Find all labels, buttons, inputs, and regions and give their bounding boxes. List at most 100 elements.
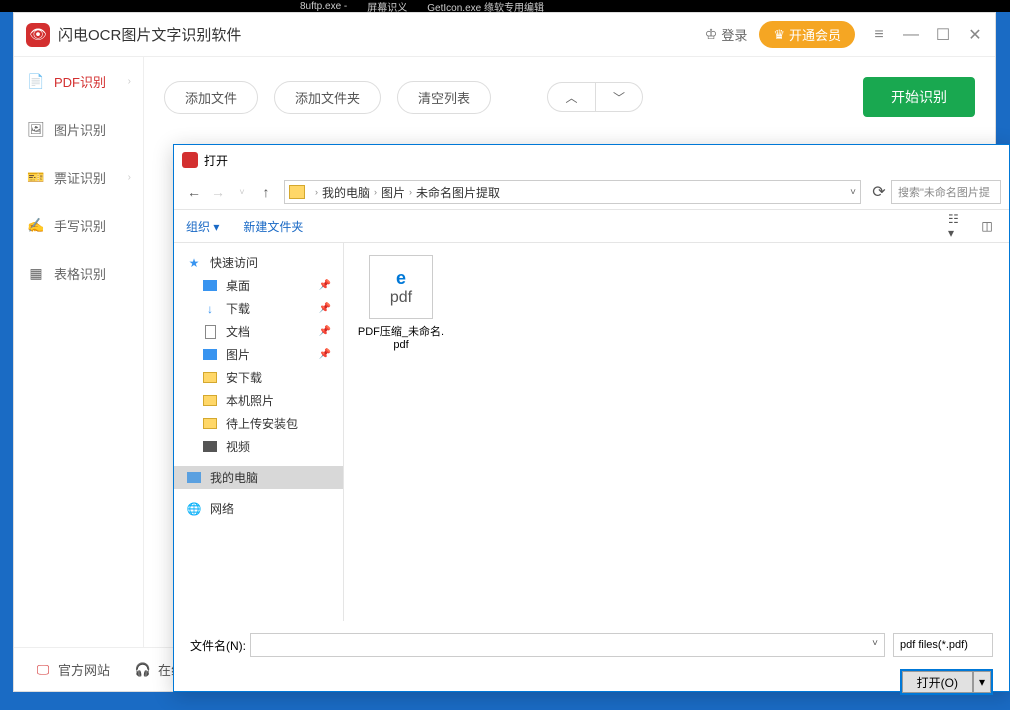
- recent-dropdown[interactable]: ˅: [230, 180, 254, 204]
- filename-dropdown-icon[interactable]: ˅: [872, 638, 878, 649]
- login-label: 登录: [721, 25, 747, 44]
- dialog-body: ★ 快速访问 桌面📌 ↓下载📌 文档 📌 图片📌 安下载 本机照片 待上传安装包 视…: [174, 243, 1009, 621]
- new-folder-button[interactable]: 新建文件夹: [243, 218, 303, 235]
- monitor-icon: 🖵: [34, 661, 52, 679]
- search-input[interactable]: 搜索"未命名图片提: [891, 180, 1001, 204]
- quick-access-item[interactable]: ★ 快速访问: [174, 251, 343, 274]
- breadcrumb-item[interactable]: 我的电脑: [322, 184, 370, 201]
- ticket-icon: 🎫: [26, 167, 46, 187]
- window-controls: ≡ — ☐ ✕: [871, 27, 983, 43]
- breadcrumb-item[interactable]: 图片: [381, 184, 405, 201]
- back-button[interactable]: ←: [182, 180, 206, 204]
- side-label: 快速访问: [210, 254, 258, 271]
- forward-button[interactable]: →: [206, 180, 230, 204]
- maximize-icon[interactable]: ☐: [935, 27, 951, 43]
- pdf-icon: 📄: [26, 71, 46, 91]
- pictures-item[interactable]: 图片📌: [174, 343, 343, 366]
- add-folder-button[interactable]: 添加文件夹: [274, 81, 381, 114]
- official-site-link[interactable]: 🖵 官方网站: [34, 660, 110, 679]
- folder-item[interactable]: 待上传安装包: [174, 412, 343, 435]
- image-icon: 🖼: [26, 119, 46, 139]
- folder-icon: [202, 393, 218, 409]
- up-button[interactable]: ↑: [254, 180, 278, 204]
- open-button-group: 打开(O) ▾: [900, 669, 993, 695]
- file-open-dialog: 打开 ← → ˅ ↑ › 我的电脑 › 图片 › 未命名图片提取 ˅ ⟳ 搜索"…: [173, 144, 1010, 692]
- dialog-sidebar: ★ 快速访问 桌面📌 ↓下载📌 文档 📌 图片📌 安下载 本机照片 待上传安装包 视…: [174, 243, 344, 621]
- toolbar: 添加文件 添加文件夹 清空列表 ︿ ﹀ 开始识别: [164, 77, 975, 117]
- this-pc-item[interactable]: 我的电脑: [174, 466, 343, 489]
- folder-icon: [202, 370, 218, 386]
- vip-button[interactable]: 开通会员: [759, 21, 855, 48]
- vip-label: 开通会员: [789, 25, 841, 44]
- file-item[interactable]: e pdf PDF压缩_未命名.pdf: [356, 255, 446, 351]
- filename-input[interactable]: ˅: [250, 633, 885, 657]
- close-icon[interactable]: ✕: [967, 27, 983, 43]
- sidebar-item-label: 票证识别: [54, 168, 106, 187]
- sidebar-item-ticket[interactable]: 🎫 票证识别 ›: [14, 153, 143, 201]
- picture-icon: [202, 347, 218, 363]
- organize-menu[interactable]: 组织 ▾: [186, 218, 219, 235]
- documents-item[interactable]: 文档 📌: [174, 320, 343, 343]
- sidebar-item-label: 手写识别: [54, 216, 106, 235]
- side-label: 视频: [226, 438, 250, 455]
- side-label: 我的电脑: [210, 469, 258, 486]
- sidebar-item-table[interactable]: ▦ 表格识别: [14, 249, 143, 297]
- folder-icon: [202, 416, 218, 432]
- file-ext: pdf: [390, 289, 412, 307]
- desktop-item[interactable]: 桌面📌: [174, 274, 343, 297]
- minimize-icon[interactable]: —: [903, 27, 919, 43]
- move-up-button[interactable]: ︿: [547, 82, 595, 112]
- side-label: 下载: [226, 300, 250, 317]
- refresh-button[interactable]: ⟳: [867, 180, 891, 204]
- dialog-footer: 文件名(N): ˅ pdf files(*.pdf) 打开(O) ▾: [174, 621, 1009, 707]
- taskbar-item: 8uftp.exe -: [300, 1, 347, 12]
- folder-item[interactable]: 安下载: [174, 366, 343, 389]
- move-down-button[interactable]: ﹀: [595, 82, 643, 112]
- filetype-select[interactable]: pdf files(*.pdf): [893, 633, 993, 657]
- side-label: 文档: [226, 323, 250, 340]
- folder-item[interactable]: 本机照片: [174, 389, 343, 412]
- sidebar-item-handwriting[interactable]: ✍ 手写识别: [14, 201, 143, 249]
- network-icon: 🌐: [186, 501, 202, 517]
- search-placeholder: 搜索"未命名图片提: [898, 184, 990, 200]
- app-title: 闪电OCR图片文字识别软件: [58, 24, 241, 45]
- sidebar-item-label: 表格识别: [54, 264, 106, 283]
- file-thumbnail: e pdf: [369, 255, 433, 319]
- desktop-taskbar: 8uftp.exe - 屏幕识义 GetIcon.exe 缘软专用编辑: [0, 0, 1010, 12]
- dialog-titlebar: 打开: [174, 145, 1009, 175]
- downloads-item[interactable]: ↓下载📌: [174, 297, 343, 320]
- address-dropdown-icon[interactable]: ˅: [850, 187, 856, 198]
- sidebar-item-pdf[interactable]: 📄 PDF识别 ›: [14, 57, 143, 105]
- add-file-button[interactable]: 添加文件: [164, 81, 258, 114]
- open-dropdown-button[interactable]: ▾: [973, 671, 991, 693]
- star-icon: ★: [186, 255, 202, 271]
- sidebar-item-label: 图片识别: [54, 120, 106, 139]
- link-label: 官方网站: [58, 660, 110, 679]
- network-item[interactable]: 🌐 网络: [174, 497, 343, 520]
- handwriting-icon: ✍: [26, 215, 46, 235]
- breadcrumb-sep: ›: [409, 187, 412, 197]
- filename-label: 文件名(N):: [190, 637, 246, 654]
- sidebar-item-image[interactable]: 🖼 图片识别: [14, 105, 143, 153]
- video-icon: [202, 439, 218, 455]
- clear-list-button[interactable]: 清空列表: [397, 81, 491, 114]
- side-label: 网络: [210, 500, 234, 517]
- sidebar: 📄 PDF识别 › 🖼 图片识别 🎫 票证识别 › ✍ 手写识别 ▦ 表格识别: [14, 57, 144, 649]
- open-button[interactable]: 打开(O): [902, 671, 973, 693]
- sort-arrows: ︿ ﹀: [547, 82, 643, 112]
- menu-icon[interactable]: ≡: [871, 27, 887, 43]
- view-mode-button[interactable]: ☷ ▾: [947, 216, 967, 236]
- login-link[interactable]: 登录: [705, 25, 748, 44]
- file-list[interactable]: e pdf PDF压缩_未命名.pdf: [344, 243, 1009, 621]
- side-label: 本机照片: [226, 392, 274, 409]
- pin-icon: 📌: [319, 326, 331, 337]
- address-bar[interactable]: › 我的电脑 › 图片 › 未命名图片提取 ˅: [284, 180, 861, 204]
- breadcrumb-sep: ›: [374, 187, 377, 197]
- pin-icon: 📌: [319, 280, 331, 291]
- videos-item[interactable]: 视频: [174, 435, 343, 458]
- start-recognition-button[interactable]: 开始识别: [863, 77, 975, 117]
- side-label: 安下载: [226, 369, 262, 386]
- preview-pane-button[interactable]: ◫: [977, 216, 997, 236]
- desktop-icon: [202, 278, 218, 294]
- breadcrumb-item[interactable]: 未命名图片提取: [416, 184, 500, 201]
